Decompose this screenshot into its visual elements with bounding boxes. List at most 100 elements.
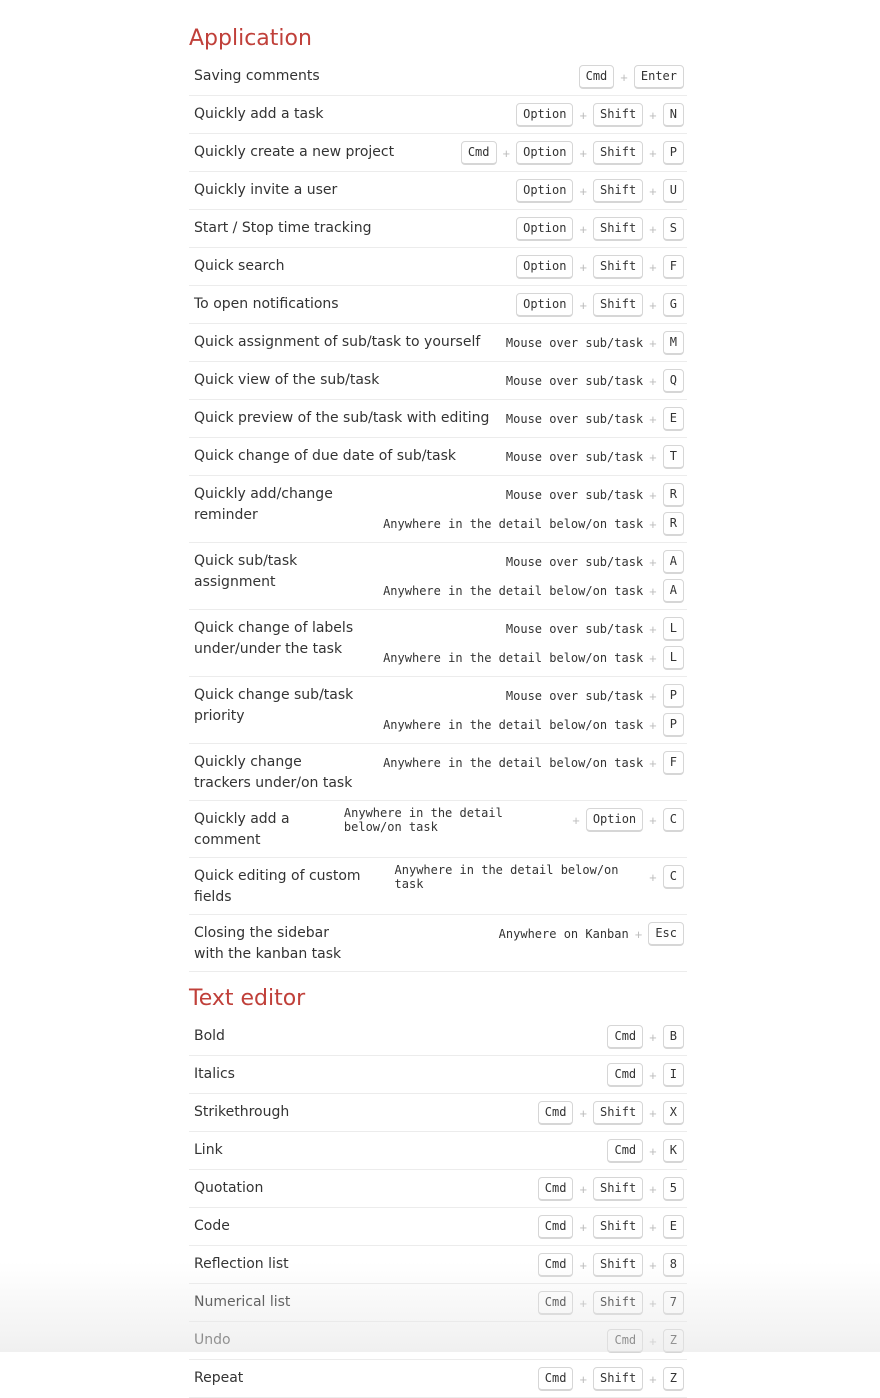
key-shift: Shift xyxy=(593,1253,644,1277)
plus-separator: + xyxy=(502,145,511,161)
key-r: R xyxy=(662,512,684,536)
key-u: U xyxy=(662,179,684,203)
shortcuts-page: Application Saving comments Cmd + Enter Quick… xyxy=(189,20,687,1398)
shortcut-label: Reflection list xyxy=(194,1256,289,1272)
plus-separator: + xyxy=(649,583,657,599)
key-option: Option xyxy=(516,179,574,203)
plus-separator: + xyxy=(579,297,588,313)
context-text: Mouse over sub/task xyxy=(505,374,644,388)
shortcut-row: Quickly add/change reminder Mouse over su… xyxy=(189,476,687,543)
key-combos: Option + Shift + U xyxy=(516,179,687,203)
key-cmd: Cmd xyxy=(537,1101,574,1125)
plus-separator: + xyxy=(649,554,657,570)
plus-separator: + xyxy=(649,755,657,771)
shortcut-label: Strikethrough xyxy=(194,1104,290,1120)
shortcut-row: Quick change of due date of sub/task Mous… xyxy=(189,438,687,476)
key-option: Option xyxy=(516,217,574,241)
key-f: F xyxy=(662,751,684,775)
shortcut-label: Quickly add a task xyxy=(194,106,324,122)
key-shift: Shift xyxy=(593,1367,644,1391)
plus-separator: + xyxy=(649,1295,657,1311)
key-combo: Cmd + Shift + X xyxy=(537,1101,684,1125)
key-combo: Option + Shift + S xyxy=(516,217,684,241)
plus-separator: + xyxy=(649,221,657,237)
section-title: Text editor xyxy=(189,986,306,1011)
plus-separator: + xyxy=(649,516,657,532)
key-combos: Cmd + Option + Shift + P xyxy=(460,141,687,165)
plus-separator: + xyxy=(649,1371,657,1387)
key-shift: Shift xyxy=(593,217,644,241)
context-text: Mouse over sub/task xyxy=(505,450,644,464)
key-combos: Mouse over sub/task + Q xyxy=(506,369,687,393)
context-text: Mouse over sub/task xyxy=(505,555,644,569)
key-combo: Cmd + Shift +8 xyxy=(537,1253,684,1277)
key-combos: Cmd + B xyxy=(607,1025,687,1049)
key-n: N xyxy=(662,103,684,127)
key-combos: Cmd + Enter xyxy=(578,65,687,89)
shortcut-label: Link xyxy=(194,1142,223,1158)
section-text-editor: Text editor Bold Cmd + B Italics Cmd + I Striketh… xyxy=(189,980,687,1398)
plus-separator: + xyxy=(649,869,657,885)
context-text: Anywhere on Kanban xyxy=(498,927,629,941)
key-combo: Cmd + I xyxy=(607,1063,684,1087)
context-text: Anywhere in the detail below/on task xyxy=(383,651,644,665)
key-option: Option xyxy=(585,808,644,832)
key-option: Option xyxy=(516,255,574,279)
shortcut-label: Saving comments xyxy=(194,68,320,84)
shortcut-row: Quick preview of the sub/task with editi… xyxy=(189,400,687,438)
shortcut-label: Quick view of the sub/task xyxy=(194,372,380,388)
key-combos: Mouse over sub/task + M xyxy=(506,331,687,355)
key-combo: Mouse over sub/task + E xyxy=(506,407,684,431)
plus-separator: + xyxy=(579,145,588,161)
key-f: F xyxy=(662,255,684,279)
key-combos: Cmd + Shift +8 xyxy=(537,1253,687,1277)
key-combo: Anywhere in the detail below/on task + F xyxy=(383,751,684,775)
key-combo: Anywhere in the detail below/on task + R xyxy=(383,512,684,536)
key-shift: Shift xyxy=(593,293,644,317)
shortcut-label: To open notifications xyxy=(194,296,339,312)
key-cmd: Cmd xyxy=(537,1215,574,1239)
plus-separator: + xyxy=(649,297,657,313)
shortcut-row: Quick change sub/task priority Mouse over… xyxy=(189,677,687,744)
context-text: Mouse over sub/task xyxy=(505,488,644,502)
key-l: L xyxy=(662,617,684,641)
key-combo: Option + Shift + N xyxy=(516,103,684,127)
shortcut-label: Numerical list xyxy=(194,1294,291,1310)
key-combo: Cmd + Shift + E xyxy=(537,1215,684,1239)
plus-separator: + xyxy=(579,1219,588,1235)
shortcut-row: Quickly add a task Option + Shift + N xyxy=(189,96,687,134)
shortcut-label: Repeat xyxy=(194,1370,244,1386)
key-combos: Mouse over sub/task + P Anywhere in the det… xyxy=(383,684,687,737)
shortcut-row: Quick search Option + Shift + F xyxy=(189,248,687,286)
shortcut-label: Quick change of labels under/under the t… xyxy=(194,620,354,657)
key-combos: Cmd + Z xyxy=(607,1329,687,1353)
shortcut-label: Quickly change trackers under/on task xyxy=(194,754,353,791)
key-t: T xyxy=(662,445,684,469)
plus-separator: + xyxy=(649,1333,657,1349)
key-combo: Anywhere in the detail below/on task + A xyxy=(383,579,684,603)
context-text: Anywhere in the detail below/on task xyxy=(383,584,644,598)
plus-separator: + xyxy=(634,926,643,942)
plus-separator: + xyxy=(579,221,588,237)
key-cmd: Cmd xyxy=(578,65,615,89)
key-p: P xyxy=(662,713,684,737)
key-cmd: Cmd xyxy=(607,1329,644,1353)
shortcut-row: Strikethrough Cmd + Shift + X xyxy=(189,1094,687,1132)
shortcut-label: Code xyxy=(194,1218,230,1234)
shortcut-label: Quickly invite a user xyxy=(194,182,338,198)
key-e: E xyxy=(662,407,684,431)
key-cmd: Cmd xyxy=(537,1253,574,1277)
plus-separator: + xyxy=(579,107,588,123)
key-shift: Shift xyxy=(593,1101,644,1125)
key-enter: Enter xyxy=(633,65,684,89)
context-text: Anywhere in the detail below/on task xyxy=(383,517,644,531)
shortcut-label: Quick search xyxy=(194,258,285,274)
shortcut-row: Quick assignment of sub/task to yourself… xyxy=(189,324,687,362)
context-text: Mouse over sub/task xyxy=(505,336,644,350)
key-combos: Cmd + Shift +7 xyxy=(537,1291,687,1315)
key-combos: Option + Shift + F xyxy=(516,255,687,279)
key-combos: Option + Shift + G xyxy=(516,293,687,317)
shortcut-label: Quickly create a new project xyxy=(194,144,395,160)
key-b: B xyxy=(662,1025,684,1049)
key-cmd: Cmd xyxy=(460,141,497,165)
